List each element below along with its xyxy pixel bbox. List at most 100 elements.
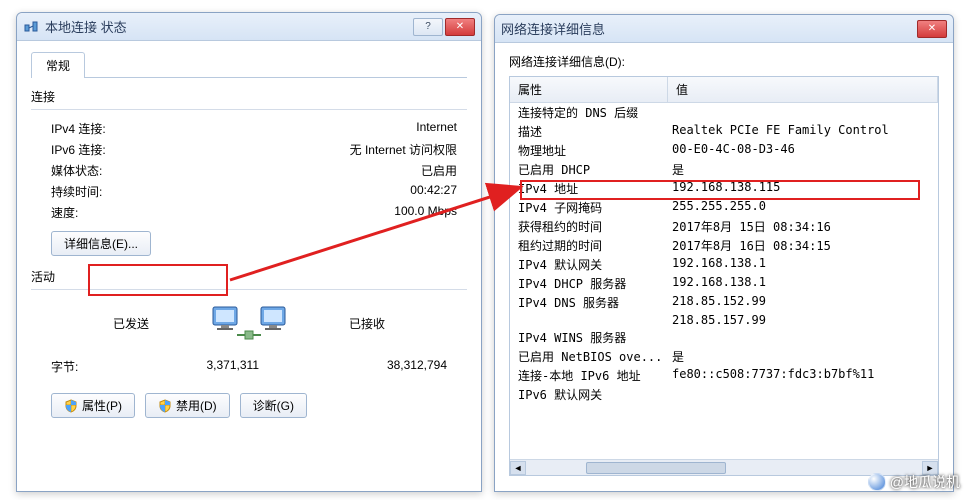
detail-row[interactable]: 物理地址00-E0-4C-08-D3-46	[510, 141, 938, 160]
connection-key: 速度:	[51, 204, 171, 221]
connection-key: IPv6 连接:	[51, 141, 171, 158]
tab-strip: 常规	[31, 51, 467, 78]
detail-row[interactable]: 已启用 NetBIOS ove...是	[510, 347, 938, 366]
network-connection-details-window: 网络连接详细信息 ✕ 网络连接详细信息(D): 属性 值 连接特定的 DNS 后…	[494, 14, 954, 492]
detail-value: 是	[668, 161, 938, 178]
properties-button-label: 属性(P)	[82, 397, 122, 414]
detail-row[interactable]: 连接-本地 IPv6 地址fe80::c508:7737:fdc3:b7bf%1…	[510, 366, 938, 385]
bytes-received-value: 38,312,794	[319, 358, 457, 375]
disable-button[interactable]: 禁用(D)	[145, 393, 230, 418]
detail-row[interactable]: IPv4 子网掩码255.255.255.0	[510, 198, 938, 217]
connection-value: 已启用	[171, 162, 467, 179]
connection-key: 持续时间:	[51, 183, 171, 200]
detail-value	[668, 386, 938, 403]
window-title: 网络连接详细信息	[501, 19, 917, 38]
detail-value	[668, 104, 938, 121]
detail-row[interactable]: 获得租约的时间2017年8月 15日 08:34:16	[510, 217, 938, 236]
detail-property: IPv4 DNS 服务器	[510, 294, 668, 311]
detail-value: 00-E0-4C-08-D3-46	[668, 142, 938, 159]
local-connection-status-window: 本地连接 状态 ? ✕ 常规 连接 IPv4 连接:InternetIPv6 连…	[16, 12, 482, 492]
detail-row[interactable]: 租约过期的时间2017年8月 16日 08:34:15	[510, 236, 938, 255]
details-table: 属性 值 连接特定的 DNS 后缀描述Realtek PCIe FE Famil…	[509, 76, 939, 476]
detail-row[interactable]: 已启用 DHCP是	[510, 160, 938, 179]
column-header-value[interactable]: 值	[668, 77, 938, 102]
connection-key: IPv4 连接:	[51, 120, 171, 137]
detail-value	[668, 329, 938, 346]
detail-property: 获得租约的时间	[510, 218, 668, 235]
properties-button[interactable]: 属性(P)	[51, 393, 135, 418]
connection-value: 100.0 Mbps	[171, 204, 467, 221]
detail-property: 物理地址	[510, 142, 668, 159]
detail-property: 描述	[510, 123, 668, 140]
detail-value: 192.168.138.1	[668, 275, 938, 292]
close-button[interactable]: ✕	[445, 18, 475, 36]
detail-value: 218.85.152.99	[668, 294, 938, 311]
watermark-logo-icon	[868, 473, 886, 491]
details-header: 属性 值	[510, 77, 938, 103]
detail-property: 已启用 DHCP	[510, 161, 668, 178]
window-title: 本地连接 状态	[45, 17, 413, 36]
detail-property: IPv4 WINS 服务器	[510, 329, 668, 346]
detail-row[interactable]: IPv4 WINS 服务器	[510, 328, 938, 347]
help-button[interactable]: ?	[413, 18, 443, 36]
detail-value: 是	[668, 348, 938, 365]
detail-value: Realtek PCIe FE Family Control	[668, 123, 938, 140]
divider	[31, 289, 467, 290]
detail-row[interactable]: 连接特定的 DNS 后缀	[510, 103, 938, 122]
activity-group-title: 活动	[31, 268, 467, 285]
network-icon	[23, 19, 39, 35]
detail-property: IPv6 默认网关	[510, 386, 668, 403]
connection-row: 媒体状态:已启用	[31, 160, 467, 181]
detail-row[interactable]: IPv4 默认网关192.168.138.1	[510, 255, 938, 274]
watermark-text: @地瓜说机	[890, 472, 960, 492]
connection-value: 00:42:27	[171, 183, 467, 200]
detail-property: 租约过期的时间	[510, 237, 668, 254]
detail-property	[510, 313, 668, 327]
details-list-label: 网络连接详细信息(D):	[509, 53, 939, 70]
sent-label: 已发送	[71, 315, 191, 332]
scroll-track[interactable]	[526, 461, 922, 475]
connection-value: 无 Internet 访问权限	[171, 141, 467, 158]
bytes-sent-value: 3,371,311	[131, 358, 319, 375]
detail-value: 218.85.157.99	[668, 313, 938, 327]
titlebar[interactable]: 网络连接详细信息 ✕	[495, 15, 953, 43]
shield-icon	[64, 399, 78, 413]
detail-row[interactable]: IPv4 地址192.168.138.115	[510, 179, 938, 198]
close-button[interactable]: ✕	[917, 20, 947, 38]
detail-value: 2017年8月 15日 08:34:16	[668, 218, 938, 235]
diagnose-button[interactable]: 诊断(G)	[240, 393, 307, 418]
column-header-property[interactable]: 属性	[510, 77, 668, 102]
detail-value: 192.168.138.115	[668, 180, 938, 197]
detail-property: 已启用 NetBIOS ove...	[510, 348, 668, 365]
detail-row[interactable]: IPv4 DHCP 服务器192.168.138.1	[510, 274, 938, 293]
bytes-label: 字节:	[51, 358, 131, 375]
connection-value: Internet	[171, 120, 467, 137]
connection-row: IPv4 连接:Internet	[31, 118, 467, 139]
divider	[31, 109, 467, 110]
titlebar[interactable]: 本地连接 状态 ? ✕	[17, 13, 481, 41]
received-label: 已接收	[307, 315, 427, 332]
shield-icon	[158, 399, 172, 413]
details-button[interactable]: 详细信息(E)...	[51, 231, 151, 256]
detail-property: 连接-本地 IPv6 地址	[510, 367, 668, 384]
watermark: @地瓜说机	[868, 472, 960, 492]
connection-row: IPv6 连接:无 Internet 访问权限	[31, 139, 467, 160]
detail-value: fe80::c508:7737:fdc3:b7bf%11	[668, 367, 938, 384]
scroll-left-arrow-icon[interactable]: ◄	[510, 461, 526, 475]
connection-row: 速度:100.0 Mbps	[31, 202, 467, 223]
connection-group-title: 连接	[31, 88, 467, 105]
detail-row[interactable]: 218.85.157.99	[510, 312, 938, 328]
scroll-thumb[interactable]	[586, 462, 726, 474]
connection-row: 持续时间:00:42:27	[31, 181, 467, 202]
detail-property: IPv4 子网掩码	[510, 199, 668, 216]
disable-button-label: 禁用(D)	[176, 397, 217, 414]
detail-property: 连接特定的 DNS 后缀	[510, 104, 668, 121]
detail-row[interactable]: IPv6 默认网关	[510, 385, 938, 404]
detail-value: 255.255.255.0	[668, 199, 938, 216]
detail-value: 192.168.138.1	[668, 256, 938, 273]
detail-row[interactable]: 描述Realtek PCIe FE Family Control	[510, 122, 938, 141]
detail-property: IPv4 地址	[510, 180, 668, 197]
connection-key: 媒体状态:	[51, 162, 171, 179]
tab-general[interactable]: 常规	[31, 52, 85, 78]
detail-row[interactable]: IPv4 DNS 服务器218.85.152.99	[510, 293, 938, 312]
